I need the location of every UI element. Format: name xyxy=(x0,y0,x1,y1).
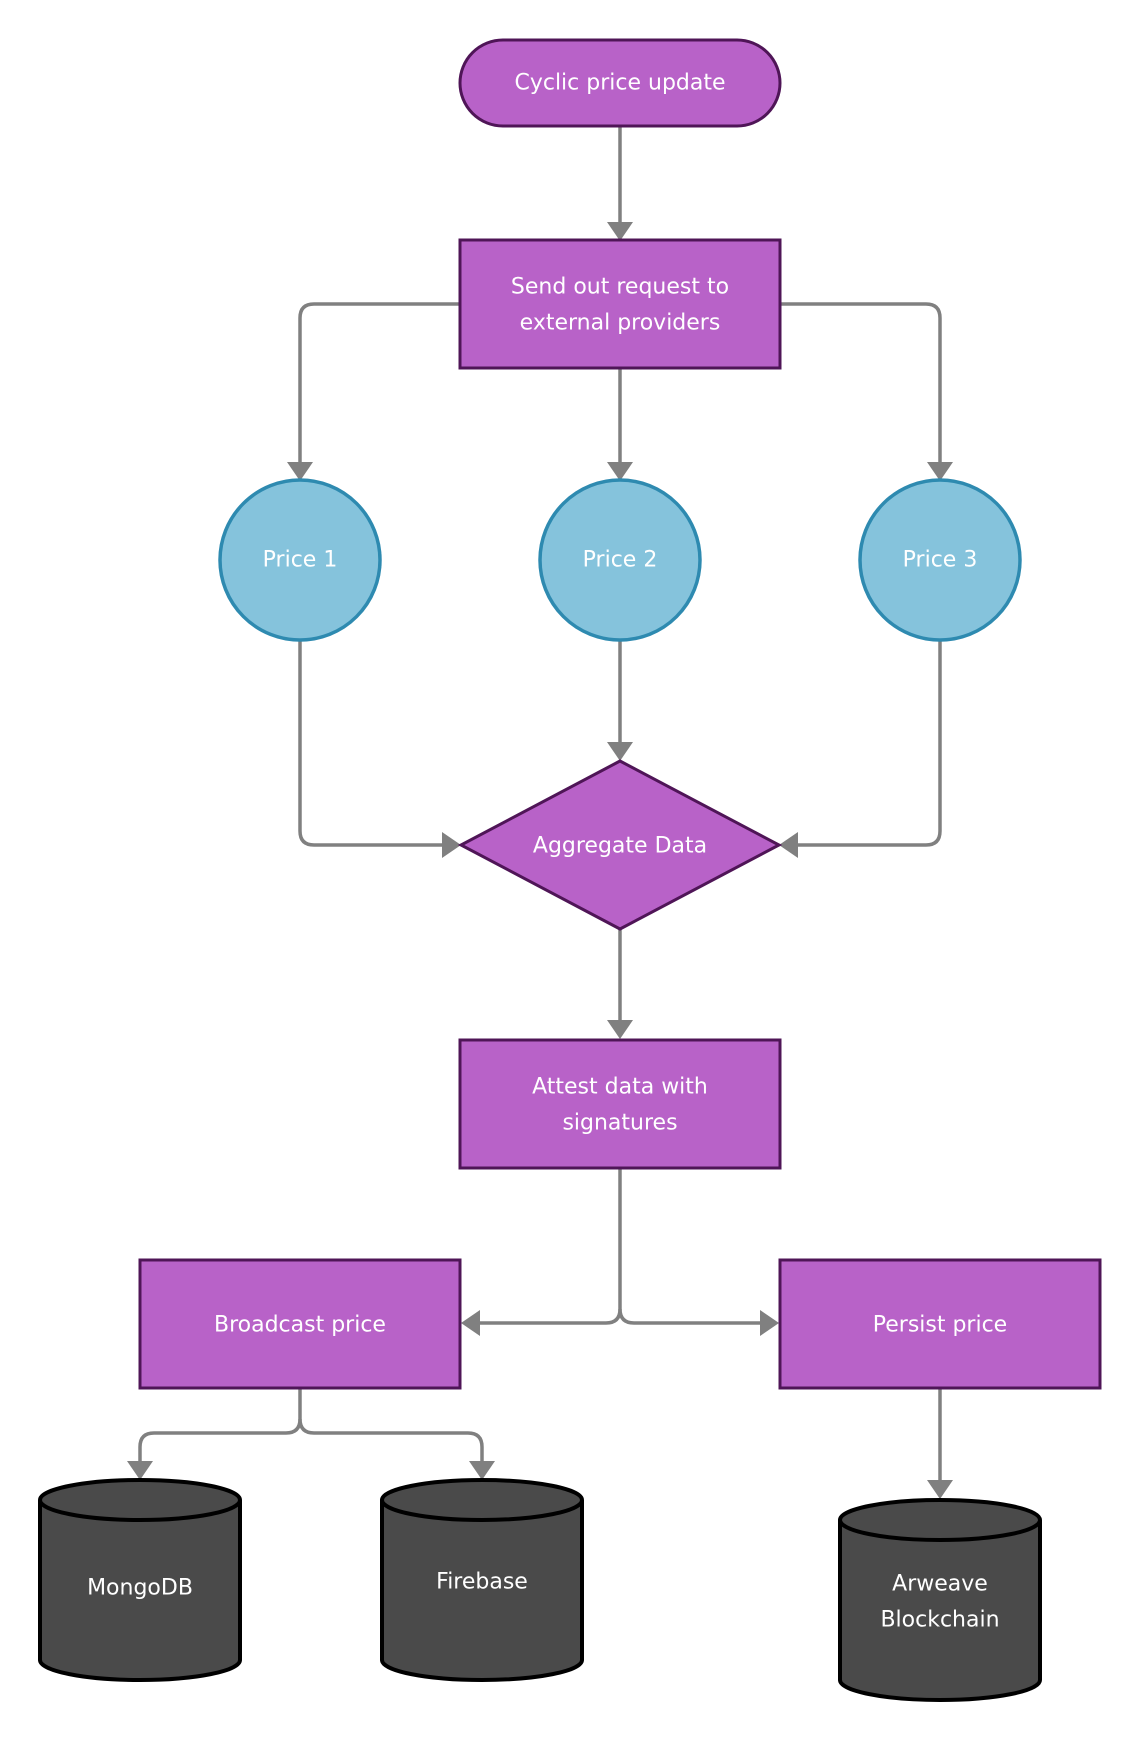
arrowhead xyxy=(927,1480,953,1499)
node-broadcast-price[interactable]: Broadcast price xyxy=(138,1258,462,1390)
node-label: Cyclic price update xyxy=(514,71,725,96)
edge-price3-aggregate xyxy=(792,640,942,847)
database-icon xyxy=(838,1498,1042,1702)
node-label-line-1: Arweave xyxy=(892,1572,988,1597)
node-label: Price 1 xyxy=(263,548,338,573)
process-shape xyxy=(458,1038,782,1170)
node-attest-data[interactable]: Attest data with signatures xyxy=(458,1038,782,1170)
node-price-2[interactable]: Price 2 xyxy=(538,478,702,642)
node-label: Persist price xyxy=(873,1313,1007,1338)
node-label-line-2: signatures xyxy=(562,1111,677,1136)
node-label: MongoDB xyxy=(87,1576,193,1601)
edge-price1-aggregate xyxy=(298,640,448,847)
node-label: Aggregate Data xyxy=(533,834,707,859)
arrowhead xyxy=(760,1310,779,1336)
arrowhead xyxy=(461,1310,480,1336)
arrowhead xyxy=(927,462,953,481)
node-label: Firebase xyxy=(436,1570,528,1595)
process-shape xyxy=(458,238,782,370)
edge-request-price3 xyxy=(781,302,942,468)
node-label: Broadcast price xyxy=(214,1313,386,1338)
node-label-line-1: Send out request to xyxy=(511,275,729,300)
arrowhead xyxy=(287,462,313,481)
edge-broadcast-mongodb xyxy=(138,1388,302,1467)
node-firebase-database[interactable]: Firebase xyxy=(380,1478,584,1682)
edge-broadcast-firebase xyxy=(298,1418,484,1467)
arrowhead xyxy=(469,1461,495,1480)
arrowhead xyxy=(607,462,633,481)
node-price-1[interactable]: Price 1 xyxy=(218,478,382,642)
arrowhead xyxy=(607,1020,633,1039)
node-label-line-2: external providers xyxy=(520,311,721,336)
node-aggregate-decision[interactable]: Aggregate Data xyxy=(457,759,783,931)
node-arweave-database[interactable]: Arweave Blockchain xyxy=(838,1498,1042,1702)
edge-attest-persist xyxy=(618,1308,766,1325)
edge-attest-broadcast xyxy=(474,1168,622,1325)
node-start-terminal[interactable]: Cyclic price update xyxy=(458,38,782,128)
node-label-line-2: Blockchain xyxy=(880,1608,999,1633)
node-price-3[interactable]: Price 3 xyxy=(858,478,1022,642)
node-label: Price 2 xyxy=(583,548,658,573)
node-label-line-1: Attest data with xyxy=(532,1075,708,1100)
node-mongodb-database[interactable]: MongoDB xyxy=(38,1478,242,1682)
arrowhead xyxy=(607,742,633,761)
arrowhead xyxy=(127,1461,153,1480)
flowchart-canvas: Cyclic price update Send out request to … xyxy=(38,38,1102,1702)
edge-request-price1 xyxy=(298,302,460,468)
arrowhead xyxy=(607,222,633,241)
node-label: Price 3 xyxy=(903,548,978,573)
node-send-request[interactable]: Send out request to external providers xyxy=(458,238,782,370)
node-persist-price[interactable]: Persist price xyxy=(778,1258,1102,1390)
